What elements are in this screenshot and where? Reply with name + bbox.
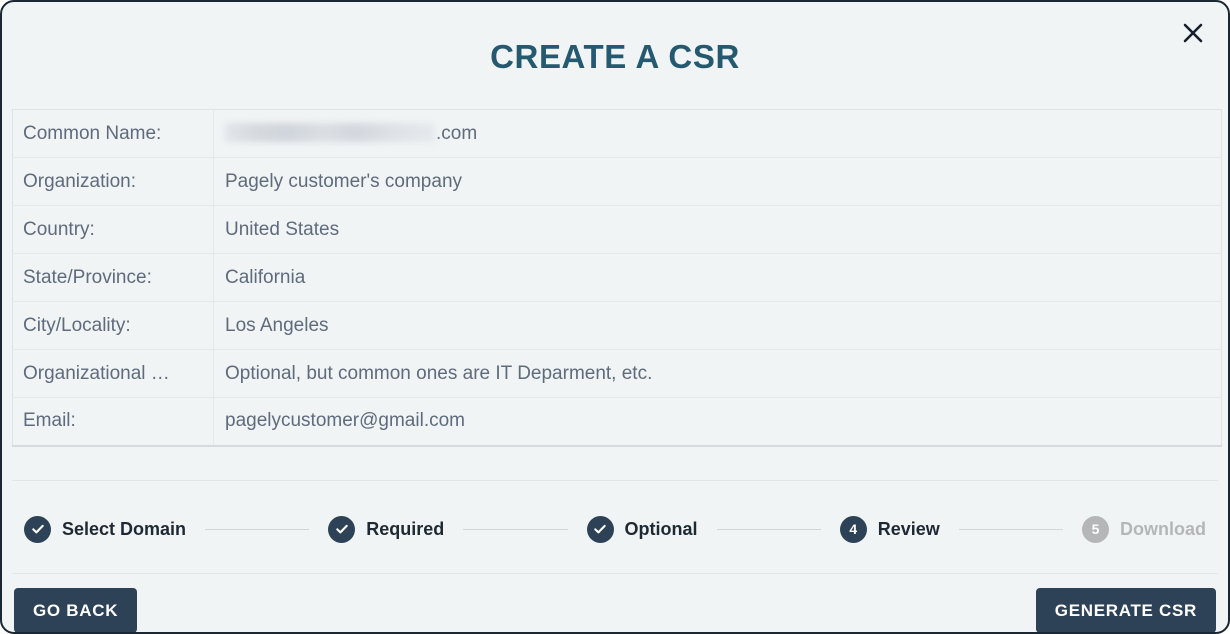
detail-value-text: .com	[436, 122, 478, 144]
detail-value: California	[213, 253, 1222, 302]
detail-value: Los Angeles	[213, 301, 1222, 350]
step-number-badge: 5	[1081, 515, 1109, 543]
table-row: Email: pagelycustomer@gmail.com	[12, 397, 1222, 446]
step-number: 5	[1091, 521, 1100, 537]
progress-stepper: Select Domain Required Optional 4 Review 5 Dow…	[24, 499, 1206, 559]
table-row: Country: United States	[12, 205, 1222, 254]
page-title: CREATE A CSR	[490, 38, 740, 75]
step-label: Download	[1119, 518, 1206, 539]
step-label: Optional	[624, 518, 698, 539]
step-connector	[463, 528, 568, 530]
step-review[interactable]: 4 Review	[839, 515, 940, 543]
step-download[interactable]: 5 Download	[1081, 515, 1206, 543]
step-connector	[205, 528, 310, 530]
step-optional[interactable]: Optional	[586, 515, 698, 543]
step-connector	[716, 528, 821, 530]
detail-label: Email:	[12, 397, 214, 446]
modal-footer: GO BACK GENERATE CSR	[2, 588, 1228, 632]
step-required[interactable]: Required	[328, 515, 445, 543]
detail-value: United States	[213, 205, 1222, 254]
close-icon[interactable]	[1176, 16, 1210, 50]
detail-label: Organizational …	[12, 349, 214, 398]
check-icon	[586, 515, 614, 543]
redacted-text	[225, 122, 435, 142]
detail-label: Common Name:	[12, 109, 214, 158]
table-row: City/Locality: Los Angeles	[12, 301, 1222, 350]
step-label: Required	[366, 518, 445, 539]
step-label: Review	[877, 518, 940, 539]
check-icon	[328, 515, 356, 543]
step-connector	[958, 528, 1063, 530]
modal-header: CREATE A CSR	[2, 2, 1228, 106]
divider-above-footer	[12, 573, 1218, 574]
create-csr-modal: CREATE A CSR Common Name: .com Organizatio…	[0, 0, 1230, 634]
step-number: 4	[849, 521, 858, 537]
detail-value: .com	[214, 110, 1222, 158]
step-number-badge: 4	[839, 515, 867, 543]
go-back-button[interactable]: GO BACK	[14, 588, 138, 632]
table-body: Common Name: .com Organization: Pagely cust…	[12, 109, 1222, 446]
csr-details-table: Common Name: .com Organization: Pagely cust…	[12, 109, 1222, 447]
detail-label: Country:	[12, 205, 214, 254]
table-row: Common Name: .com	[12, 109, 1222, 158]
detail-value: Optional, but common ones are IT Deparme…	[213, 349, 1222, 398]
divider-above-stepper	[12, 480, 1218, 481]
detail-value: Pagely customer's company	[213, 157, 1222, 206]
detail-label: State/Province:	[12, 253, 214, 302]
generate-csr-button[interactable]: GENERATE CSR	[1035, 588, 1216, 632]
step-select-domain[interactable]: Select Domain	[24, 515, 187, 543]
detail-label: Organization:	[12, 157, 214, 206]
detail-value: pagelycustomer@gmail.com	[213, 397, 1222, 446]
check-icon	[24, 515, 51, 543]
table-row: Organization: Pagely customer's company	[12, 157, 1222, 206]
table-row: State/Province: California	[12, 253, 1222, 302]
table-row: Organizational … Optional, but common one…	[12, 349, 1222, 398]
detail-label: City/Locality:	[12, 301, 214, 350]
step-label: Select Domain	[62, 518, 187, 539]
